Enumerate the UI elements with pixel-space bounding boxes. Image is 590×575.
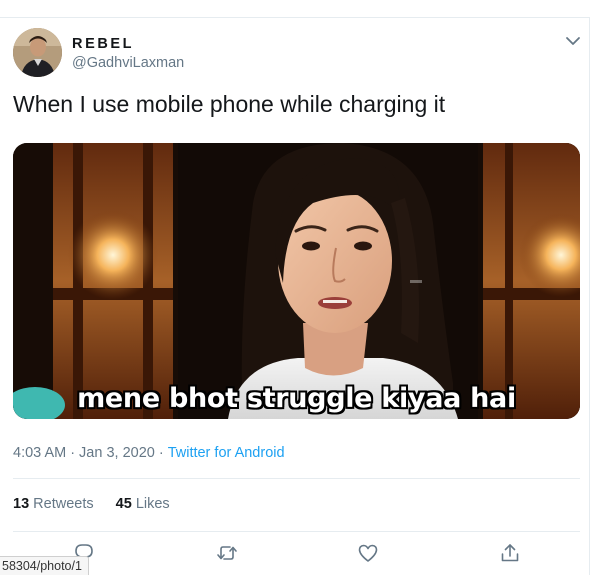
- divider: [13, 531, 580, 532]
- tweet-source-link[interactable]: Twitter for Android: [168, 445, 285, 461]
- tweet-page: REBEL @GadhviLaxman When I use mobile ph…: [0, 0, 590, 575]
- status-bar-url: 58304/photo/1: [0, 556, 89, 575]
- avatar[interactable]: [13, 28, 62, 77]
- user-handle[interactable]: @GadhviLaxman: [72, 55, 184, 71]
- display-name[interactable]: REBEL: [72, 36, 134, 52]
- meta-separator-2: ·: [158, 445, 164, 461]
- tweet-media[interactable]: mene bhot struggle kiyaa hai: [13, 143, 580, 419]
- media-caption: mene bhot struggle kiyaa hai: [77, 383, 516, 414]
- share-icon[interactable]: [499, 542, 521, 564]
- tweet-date[interactable]: Jan 3, 2020: [79, 445, 155, 461]
- divider: [13, 478, 580, 479]
- meta-separator: ·: [70, 445, 76, 461]
- retweets-label: Retweets: [33, 496, 94, 512]
- likes-stat[interactable]: 45 Likes: [116, 496, 170, 512]
- likes-count: 45: [115, 496, 132, 512]
- tweet-meta: 4:03 AM · Jan 3, 2020 · Twitter for Android: [13, 445, 285, 461]
- top-divider: [0, 17, 590, 18]
- tweet-text: When I use mobile phone while charging i…: [13, 91, 446, 117]
- retweets-stat[interactable]: 13 Retweets: [13, 496, 94, 512]
- retweets-count: 13: [13, 496, 30, 512]
- tweet-time[interactable]: 4:03 AM: [13, 445, 66, 461]
- retweet-icon[interactable]: [216, 542, 238, 564]
- likes-label: Likes: [135, 496, 170, 512]
- chevron-down-icon[interactable]: [564, 34, 582, 48]
- tweet-stats: 13 Retweets 45 Likes: [13, 496, 188, 512]
- like-icon[interactable]: [357, 542, 379, 564]
